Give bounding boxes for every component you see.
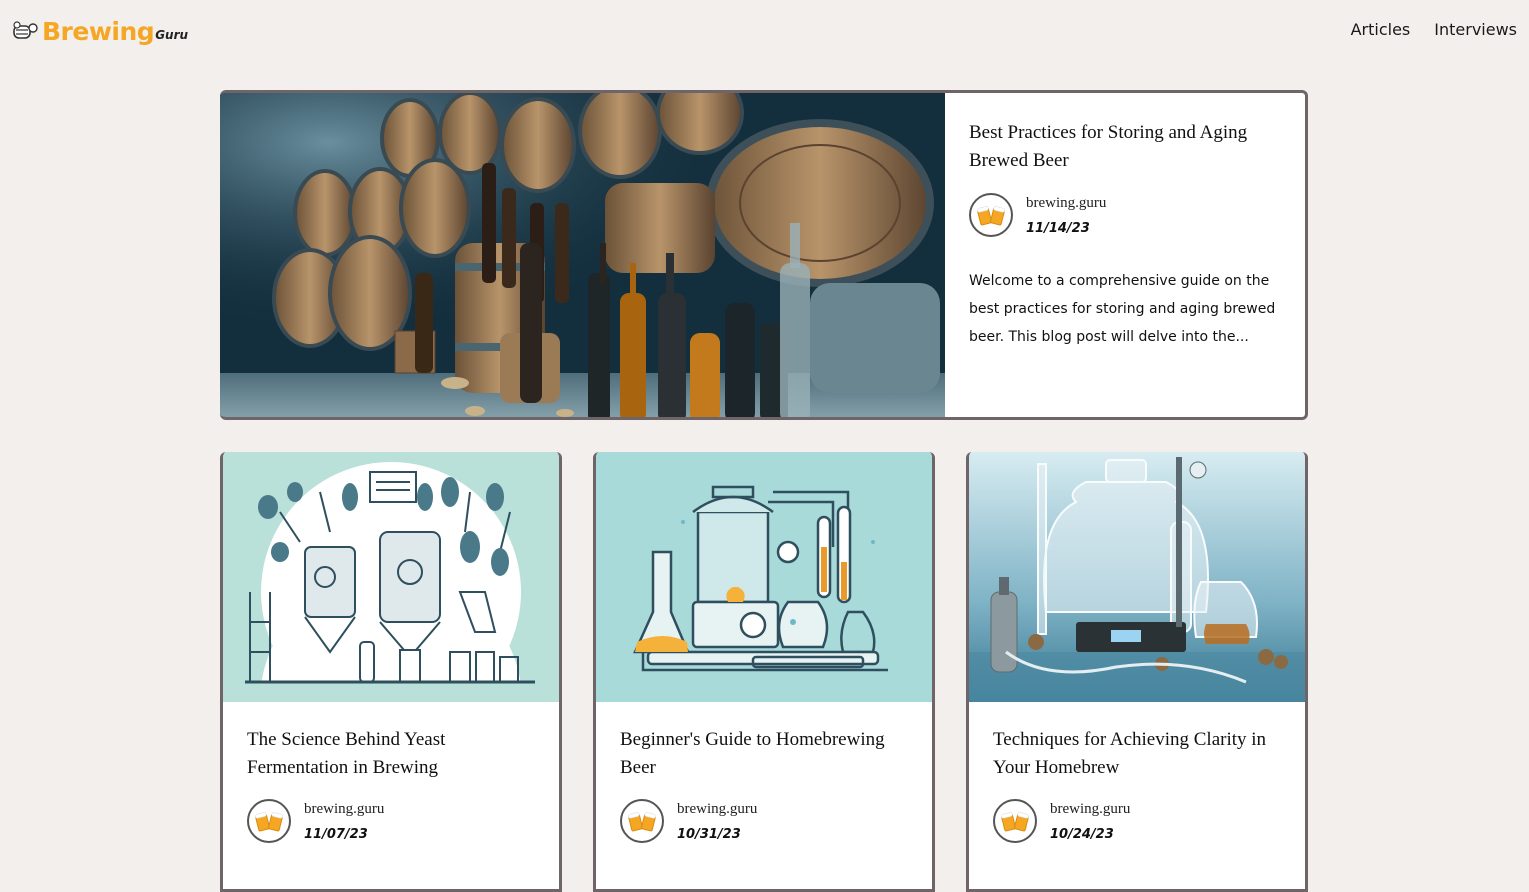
site-logo[interactable]: Brewing Guru bbox=[12, 14, 188, 46]
site-header: Brewing Guru Articles Interviews bbox=[0, 0, 1529, 60]
article-card-title[interactable]: Techniques for Achieving Clarity in Your… bbox=[993, 726, 1283, 782]
article-card-image[interactable] bbox=[223, 452, 559, 702]
nav-articles[interactable]: Articles bbox=[1351, 19, 1411, 41]
article-card[interactable]: Beginner's Guide to Homebrewing Beer bre… bbox=[593, 452, 935, 892]
featured-article-excerpt: Welcome to a comprehensive guide on the … bbox=[969, 273, 1276, 345]
publish-date: 10/31/23 bbox=[677, 827, 741, 842]
featured-article-card[interactable]: Best Practices for Storing and Aging Bre… bbox=[220, 90, 1308, 420]
article-card-image[interactable] bbox=[596, 452, 932, 702]
article-card[interactable]: The Science Behind Yeast Fermentation in… bbox=[220, 452, 562, 892]
author-meta: brewing.guru 11/07/23 bbox=[304, 799, 384, 845]
article-card-content: The Science Behind Yeast Fermentation in… bbox=[247, 726, 537, 845]
author-meta: brewing.guru 10/31/23 bbox=[677, 799, 757, 845]
author-meta: brewing.guru 10/24/23 bbox=[1050, 799, 1130, 845]
publish-date: 11/07/23 bbox=[304, 827, 368, 842]
article-card-title[interactable]: Beginner's Guide to Homebrewing Beer bbox=[620, 726, 910, 782]
author-name: brewing.guru bbox=[1050, 801, 1131, 817]
beer-barrel-icon bbox=[12, 20, 40, 42]
author-name: brewing.guru bbox=[1026, 195, 1107, 211]
author-name: brewing.guru bbox=[677, 801, 758, 817]
publish-date: 11/14/23 bbox=[1026, 221, 1090, 236]
article-card-image[interactable] bbox=[969, 452, 1305, 702]
beer-mugs-cheers-icon bbox=[993, 799, 1037, 843]
article-card-content: Techniques for Achieving Clarity in Your… bbox=[993, 726, 1283, 845]
featured-article-image[interactable] bbox=[220, 93, 945, 417]
logo-subtext: Guru bbox=[155, 28, 189, 42]
article-card-title[interactable]: The Science Behind Yeast Fermentation in… bbox=[247, 726, 537, 782]
article-card-author: brewing.guru 10/24/23 bbox=[993, 799, 1283, 845]
logo-wordmark: Brewing bbox=[42, 17, 155, 46]
featured-article-content: Best Practices for Storing and Aging Bre… bbox=[969, 119, 1279, 365]
article-card[interactable]: Techniques for Achieving Clarity in Your… bbox=[966, 452, 1308, 892]
beer-mugs-cheers-icon bbox=[247, 799, 291, 843]
featured-article-title[interactable]: Best Practices for Storing and Aging Bre… bbox=[969, 119, 1279, 175]
article-card-author: brewing.guru 10/31/23 bbox=[620, 799, 910, 845]
beer-mugs-cheers-icon bbox=[620, 799, 664, 843]
publish-date: 10/24/23 bbox=[1050, 827, 1114, 842]
main-nav: Articles Interviews bbox=[1351, 19, 1517, 41]
author-name: brewing.guru bbox=[304, 801, 385, 817]
nav-interviews[interactable]: Interviews bbox=[1434, 19, 1517, 41]
article-card-content: Beginner's Guide to Homebrewing Beer bre… bbox=[620, 726, 910, 845]
article-card-author: brewing.guru 11/07/23 bbox=[247, 799, 537, 845]
beer-mugs-cheers-icon bbox=[969, 193, 1013, 237]
author-meta: brewing.guru 11/14/23 bbox=[1026, 193, 1106, 239]
featured-article-author: brewing.guru 11/14/23 bbox=[969, 193, 1279, 239]
